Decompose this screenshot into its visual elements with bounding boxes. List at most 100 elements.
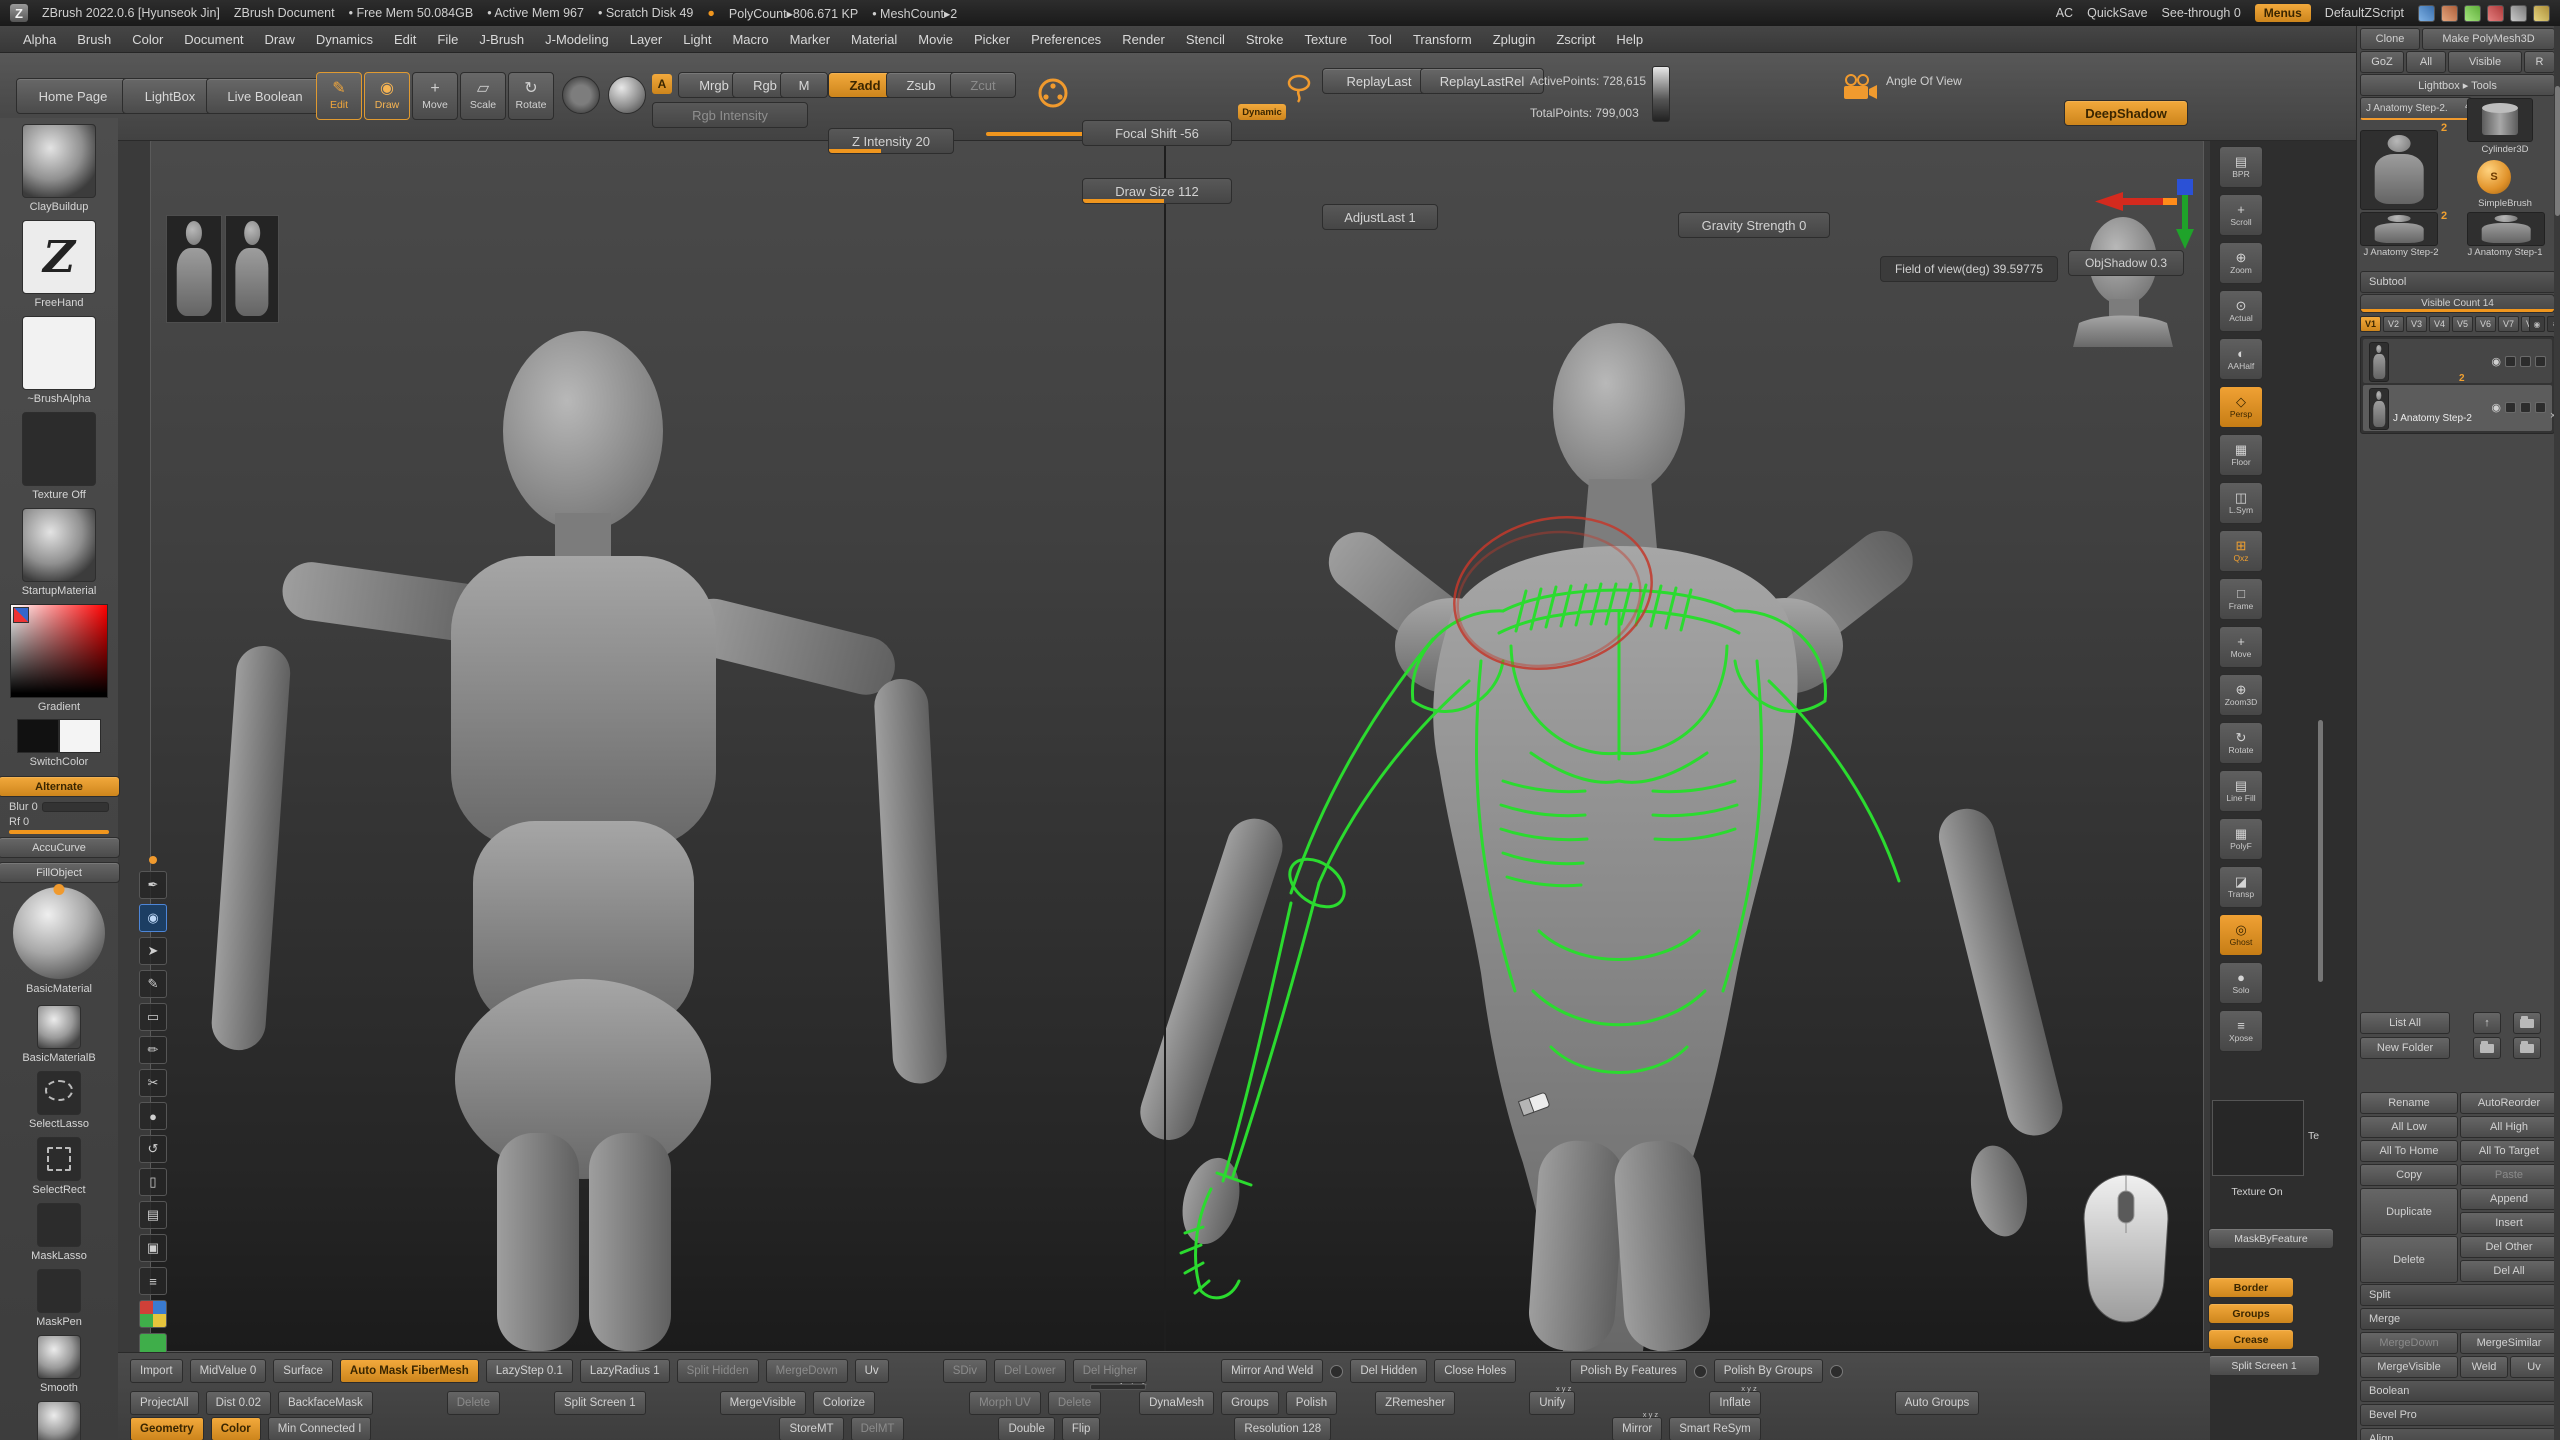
merge-section-header[interactable]: Merge <box>2360 1308 2556 1330</box>
menu-item[interactable]: Stencil <box>1177 30 1234 49</box>
bottom-bar-button[interactable]: MidValue 0 <box>190 1359 267 1383</box>
subtool-mini-icon[interactable] <box>2535 402 2546 413</box>
eye-icon[interactable]: ◉ <box>139 904 167 932</box>
right-shelf-button[interactable]: ● Solo <box>2219 962 2263 1004</box>
default-zscript-button[interactable]: DefaultZScript <box>2325 6 2404 20</box>
bottom-bar-button[interactable]: Geometry <box>130 1417 204 1440</box>
split-screen-button[interactable]: Split Screen 1 <box>2208 1355 2320 1376</box>
alpha-quick-button[interactable]: A <box>652 74 672 94</box>
material-preview[interactable] <box>608 76 646 114</box>
sidebar-item[interactable]: ~BrushAlpha <box>22 316 96 405</box>
align-section-header[interactable]: Align <box>2360 1428 2556 1440</box>
menu-item[interactable]: Alpha <box>14 30 65 49</box>
bottom-bar-button[interactable]: ZRemesher <box>1375 1391 1455 1415</box>
menu-item[interactable]: Render <box>1113 30 1174 49</box>
merge-down-button[interactable]: MergeDown <box>2360 1332 2458 1354</box>
bottom-bar-button[interactable]: BackfaceMask <box>278 1391 373 1415</box>
image-icon[interactable]: ▣ <box>139 1234 167 1262</box>
crease-button[interactable]: Crease <box>2208 1329 2294 1350</box>
ac-button[interactable]: AC <box>2056 6 2073 20</box>
right-shelf-button[interactable]: ↻ Rotate <box>2219 722 2263 764</box>
pen-tool-icon[interactable]: ✒ <box>139 871 167 899</box>
eye-icon[interactable]: ◉ <box>2491 401 2501 414</box>
bottom-bar-button[interactable]: Delete <box>1048 1391 1101 1415</box>
right-shelf-button[interactable]: ⊕ Zoom <box>2219 242 2263 284</box>
replay-last-rel-button[interactable]: ReplayLastRel <box>1420 68 1544 94</box>
bottom-bar-button[interactable]: SDiv <box>943 1359 987 1383</box>
right-shelf-button[interactable]: ◇ Persp <box>2219 386 2263 428</box>
subtool-mini-icon[interactable] <box>2520 402 2531 413</box>
menu-item[interactable]: J-Brush <box>470 30 533 49</box>
sdiv-mini-slider[interactable] <box>1090 1384 1146 1390</box>
r-button[interactable]: R <box>2524 51 2555 73</box>
current-material-sphere[interactable] <box>13 887 105 979</box>
dynamic-toggle[interactable]: Dynamic <box>1238 104 1286 120</box>
bottom-bar-button[interactable]: Del Lower <box>994 1359 1066 1383</box>
right-shelf-button[interactable]: ◪ Transp <box>2219 866 2263 908</box>
deep-shadow-button[interactable]: DeepShadow <box>2064 100 2188 126</box>
palette-icon[interactable] <box>13 607 29 623</box>
bottom-bar-button[interactable]: Min Connected I <box>268 1417 372 1440</box>
subtool-mini-icon[interactable] <box>2505 402 2516 413</box>
main-color-swatch[interactable] <box>17 719 59 753</box>
rf-slider[interactable]: Rf 0 <box>9 816 109 834</box>
export-visible-button[interactable]: Visible <box>2448 51 2522 73</box>
focal-shift-slider[interactable]: Focal Shift -56 <box>1082 120 1232 146</box>
bottom-bar-button[interactable]: Morph UV <box>969 1391 1041 1415</box>
subtool-mini-icon[interactable] <box>2520 356 2531 367</box>
brush-icon[interactable]: ✏ <box>139 1036 167 1064</box>
append-button[interactable]: Append <box>2460 1188 2558 1210</box>
right-shelf-button[interactable]: ⊕ Zoom3D <box>2219 674 2263 716</box>
split-screen-divider[interactable] <box>1164 141 1166 1351</box>
bottom-bar-button[interactable]: Auto Mask FiberMesh <box>340 1359 479 1383</box>
bottom-bar-button[interactable]: Color <box>211 1417 261 1440</box>
cursor-icon[interactable]: ➤ <box>139 937 167 965</box>
menu-item[interactable]: Transform <box>1404 30 1481 49</box>
goz-button[interactable]: GoZ <box>2360 51 2404 73</box>
clipboard-icon[interactable]: ▤ <box>139 1201 167 1229</box>
subtool-row-selected[interactable]: J Anatomy Step-2 ◉ <box>2363 385 2552 431</box>
sidebar-item[interactable]: MaskLasso <box>31 1203 87 1262</box>
gear-icon[interactable] <box>2533 5 2550 22</box>
sidebar-item[interactable]: ClayBuildup <box>22 124 96 213</box>
trash-icon[interactable]: ▯ <box>139 1168 167 1196</box>
right-shelf-button[interactable]: ⊞ Qxz <box>2219 530 2263 572</box>
obj-shadow-slider[interactable]: ObjShadow 0.3 <box>2068 250 2184 276</box>
split-section-header[interactable]: Split <box>2360 1284 2556 1306</box>
new-folder-button[interactable]: New Folder <box>2360 1037 2450 1059</box>
sidebar-item[interactable]: Texture Off <box>22 412 96 501</box>
toggle-dot[interactable] <box>1694 1365 1707 1378</box>
copy-button[interactable]: Copy <box>2360 1164 2458 1186</box>
switch-color-widget[interactable] <box>17 719 101 753</box>
menu-item[interactable]: Picker <box>965 30 1019 49</box>
draw-size-slider[interactable]: Draw Size 112 <box>1082 178 1232 204</box>
document-viewport[interactable] <box>150 140 2204 1352</box>
right-shelf-button[interactable]: ▦ PolyF <box>2219 818 2263 860</box>
lightbox-tools-button[interactable]: Lightbox ▸ Tools <box>2360 74 2555 96</box>
knife-icon[interactable]: ✂ <box>139 1069 167 1097</box>
active-tool-button[interactable]: J Anatomy Step-2. <box>2360 97 2472 120</box>
all-to-target-button[interactable]: All To Target <box>2460 1140 2558 1162</box>
bottom-bar-button[interactable]: Split Hidden <box>677 1359 759 1383</box>
pencil-icon[interactable] <box>2464 5 2481 22</box>
gravity-strength-slider[interactable]: Gravity Strength 0 <box>1678 212 1830 238</box>
active-tool-thumbnail[interactable] <box>2360 130 2438 210</box>
fov-slider[interactable]: Field of view(deg) 39.59775 <box>1880 256 2058 282</box>
del-all-button[interactable]: Del All <box>2460 1260 2558 1282</box>
mask-by-feature-button[interactable]: MaskByFeature <box>2208 1228 2334 1249</box>
sidebar-item[interactable]: SelectLasso <box>29 1071 89 1130</box>
bottom-bar-button[interactable]: DynaMesh <box>1139 1391 1214 1415</box>
menu-item[interactable]: Help <box>1607 30 1652 49</box>
weld-button[interactable]: Weld <box>2460 1356 2508 1378</box>
rotate-button[interactable]: ↻Rotate <box>508 72 554 120</box>
menu-item[interactable]: Color <box>123 30 172 49</box>
recent-tool-step1[interactable] <box>2467 212 2545 246</box>
bottom-bar-button[interactable]: StoreMT <box>779 1417 843 1440</box>
sidebar-item[interactable]: StartupMaterial <box>22 508 97 597</box>
menu-item[interactable]: Brush <box>68 30 120 49</box>
right-shelf-button[interactable]: ⊙ Actual <box>2219 290 2263 332</box>
right-shelf-button[interactable]: □ Frame <box>2219 578 2263 620</box>
z-intensity-slider[interactable]: Z Intensity 20 <box>828 128 954 154</box>
export-all-button[interactable]: All <box>2406 51 2446 73</box>
draw-button[interactable]: ◉Draw <box>364 72 410 120</box>
